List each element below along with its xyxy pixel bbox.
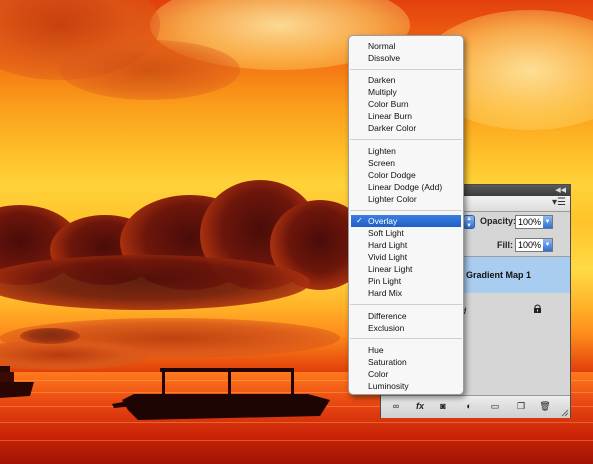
fill-value: 100% — [518, 240, 542, 250]
resize-grip-icon[interactable] — [561, 409, 569, 417]
fill-input[interactable]: 100% ▼ — [515, 238, 553, 252]
menu-item-darken[interactable]: Darken — [349, 74, 463, 86]
menu-item-lighten[interactable]: Lighten — [349, 145, 463, 157]
adjustment-icon[interactable]: ◐ — [463, 400, 475, 412]
new-layer-icon[interactable]: ❐ — [515, 400, 527, 412]
link-icon[interactable]: ∞ — [389, 400, 403, 412]
menu-item-hue[interactable]: Hue — [349, 344, 463, 356]
fill-dropdown-icon[interactable]: ▼ — [543, 239, 552, 251]
menu-item-overlay[interactable]: ✓ Overlay — [351, 215, 461, 227]
opacity-dropdown-icon[interactable]: ▼ — [543, 216, 552, 228]
menu-item-vivid-light[interactable]: Vivid Light — [349, 251, 463, 263]
menu-item-hard-light[interactable]: Hard Light — [349, 239, 463, 251]
menu-item-difference[interactable]: Difference — [349, 310, 463, 322]
menu-item-pin-light[interactable]: Pin Light — [349, 275, 463, 287]
menu-separator — [350, 69, 462, 70]
panel-footer-toolbar: ∞ fx ◙ ◐ ▭ ❐ 🗑 — [381, 395, 570, 418]
lock-icon — [534, 304, 541, 313]
menu-item-luminosity[interactable]: Luminosity — [349, 380, 463, 392]
menu-separator — [350, 304, 462, 305]
menu-item-darker-color[interactable]: Darker Color — [349, 122, 463, 134]
opacity-label: Opacity: — [480, 216, 517, 226]
menu-item-soft-light[interactable]: Soft Light — [349, 227, 463, 239]
menu-item-saturation[interactable]: Saturation — [349, 356, 463, 368]
mask-icon[interactable]: ◙ — [437, 400, 449, 412]
opacity-input[interactable]: 100% ▼ — [515, 215, 553, 229]
trash-icon[interactable]: 🗑 — [539, 400, 551, 412]
menu-item-color-dodge[interactable]: Color Dodge — [349, 169, 463, 181]
menu-item-linear-burn[interactable]: Linear Burn — [349, 110, 463, 122]
menu-separator — [350, 210, 462, 211]
menu-item-dissolve[interactable]: Dissolve — [349, 52, 463, 64]
menu-item-color-burn[interactable]: Color Burn — [349, 98, 463, 110]
menu-item-label: Overlay — [368, 216, 398, 226]
menu-item-hard-mix[interactable]: Hard Mix — [349, 287, 463, 299]
menu-item-color[interactable]: Color — [349, 368, 463, 380]
menu-separator — [350, 338, 462, 339]
menu-item-linear-dodge[interactable]: Linear Dodge (Add) — [349, 181, 463, 193]
menu-item-linear-light[interactable]: Linear Light — [349, 263, 463, 275]
menu-item-normal[interactable]: Normal — [349, 40, 463, 52]
folder-icon[interactable]: ▭ — [489, 400, 501, 412]
menu-item-lighter-color[interactable]: Lighter Color — [349, 193, 463, 205]
boat-silhouette-center — [112, 368, 330, 420]
fx-icon[interactable]: fx — [413, 400, 427, 412]
menu-separator — [350, 139, 462, 140]
panel-menu-icon[interactable]: ▾☰ — [552, 197, 566, 209]
checkmark-icon: ✓ — [356, 216, 363, 225]
menu-item-multiply[interactable]: Multiply — [349, 86, 463, 98]
boat-silhouette-left — [0, 366, 34, 398]
fill-label: Fill: — [497, 240, 513, 250]
layer-name: Gradient Map 1 — [466, 270, 532, 280]
blend-mode-dropdown-arrow[interactable]: ▲ ▼ — [463, 215, 475, 229]
collapse-panel-icon[interactable]: ◀◀ — [555, 186, 566, 195]
opacity-value: 100% — [518, 217, 542, 227]
menu-item-screen[interactable]: Screen — [349, 157, 463, 169]
menu-item-exclusion[interactable]: Exclusion — [349, 322, 463, 334]
blend-mode-menu: Normal Dissolve Darken Multiply Color Bu… — [348, 35, 464, 395]
